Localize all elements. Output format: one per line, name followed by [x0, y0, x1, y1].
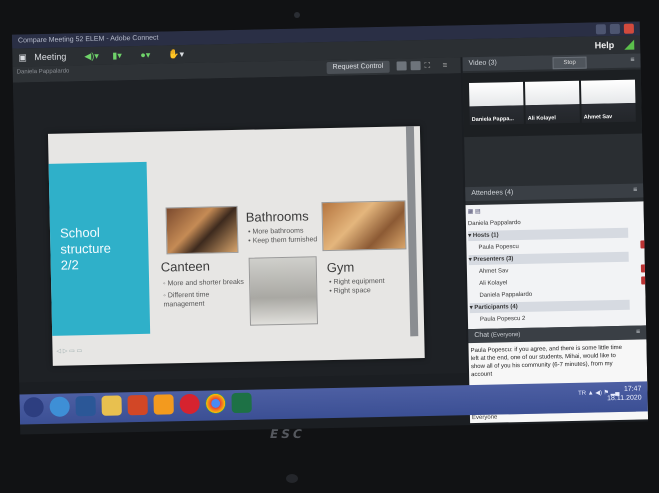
power-light	[286, 474, 298, 483]
attendee-row[interactable]: Daniela Pappalardo	[469, 288, 639, 302]
group-presenters[interactable]: ▾ Presenters (3)	[468, 251, 629, 266]
close-button[interactable]	[623, 23, 634, 34]
gym-photo	[321, 200, 407, 252]
pod-menu-icon[interactable]: ≡	[443, 60, 453, 70]
stop-video-button[interactable]: Stop	[552, 56, 587, 70]
attendees-list: ▦ ▤ Daniela Pappalardo ▾ Hosts (1) Paula…	[465, 201, 648, 330]
video-tile[interactable]: Ahmet Sav	[580, 79, 636, 123]
laptop-brand-logo: ESC	[268, 427, 307, 441]
slide-title-panel: School structure 2/2	[48, 161, 151, 336]
monitor-screen: Compare Meeting 52 ELEM - Adobe Connect …	[11, 21, 649, 435]
gym-heading: Gym	[326, 259, 355, 276]
logo-icon: ▣	[18, 52, 27, 63]
group-participants[interactable]: ▾ Participants (4)	[469, 299, 630, 314]
menu-meeting[interactable]: Meeting	[34, 47, 66, 66]
microphone-icon[interactable]: ▮▾	[112, 46, 122, 64]
presentation-slide: School structure 2/2 Bathrooms • More ba…	[47, 126, 425, 366]
attendees-pod-header: Attendees (4) ≡	[465, 183, 644, 202]
pod-menu-icon[interactable]: ≡	[633, 184, 637, 198]
presenter-name: Daniela Pappalardo	[16, 68, 70, 76]
video-tile[interactable]: Daniela Pappa...	[468, 81, 524, 126]
canteen-bullet: ◦ Different time management	[163, 291, 210, 309]
video-tile[interactable]: Ali Kolayel	[524, 80, 580, 124]
opera-icon[interactable]	[179, 393, 200, 415]
ie-icon[interactable]	[49, 396, 70, 417]
clock[interactable]: 17:47 18.11.2020	[607, 385, 642, 404]
right-panel: Video (3) Stop ≡ Daniela Pappa... Ali Ko…	[462, 53, 649, 424]
slide-title: School structure 2/2	[59, 224, 112, 273]
attendee-row[interactable]: Paula Popescu 2	[470, 312, 640, 326]
bathroom-photo	[248, 256, 319, 326]
video-pod-title: Video (3)	[468, 59, 497, 68]
maximize-button[interactable]	[609, 23, 620, 35]
media-player-icon[interactable]	[153, 394, 174, 415]
chat-pod-title: Chat (Everyone)	[474, 331, 521, 340]
bathrooms-bullet: • Keep them furnished	[248, 236, 318, 245]
raise-hand-icon[interactable]: ✋▾	[168, 45, 184, 63]
fit-icon[interactable]	[410, 61, 421, 71]
help-menu[interactable]: Help	[595, 36, 615, 54]
bathrooms-heading: Bathrooms	[245, 208, 309, 225]
webcam-lens	[294, 12, 300, 18]
group-hosts[interactable]: ▾ Hosts (1)	[468, 227, 629, 242]
window-title: Compare Meeting 52 ELEM - Adobe Connect	[17, 34, 159, 45]
minimize-button[interactable]	[595, 24, 607, 35]
video-tiles: Daniela Pappa... Ali Kolayel Ahmet Sav	[462, 69, 643, 138]
canteen-photo	[165, 205, 239, 255]
slide-nav-controls[interactable]: ◁ ▷ ▭ ▭	[56, 347, 82, 355]
connection-signal-icon	[624, 39, 635, 50]
request-control-button[interactable]: Request Control	[326, 60, 390, 75]
powerpoint-icon[interactable]	[127, 394, 148, 416]
gym-bullet: • Right space	[329, 287, 371, 296]
share-pod: School structure 2/2 Bathrooms • More ba…	[12, 73, 468, 383]
word-icon[interactable]	[75, 395, 96, 417]
canteen-heading: Canteen	[160, 258, 211, 275]
video-pod-header: Video (3) Stop ≡	[462, 53, 641, 72]
folder-icon[interactable]	[101, 395, 122, 416]
excel-icon[interactable]	[231, 392, 252, 414]
fullscreen-icon[interactable]: ⛶	[425, 61, 435, 70]
chat-recipient-select[interactable]: Everyone	[472, 415, 497, 422]
attendee-view-toggle[interactable]: ▦ ▤	[468, 204, 628, 217]
start-button[interactable]	[23, 397, 44, 418]
layout-icon[interactable]	[396, 61, 407, 71]
webcam-icon[interactable]: ●▾	[140, 46, 150, 64]
pod-menu-icon[interactable]: ≡	[636, 326, 640, 340]
attendees-pod-title: Attendees (4)	[471, 189, 514, 198]
attendee-row[interactable]: Ali Kolayel	[469, 276, 648, 290]
chrome-icon[interactable]	[205, 393, 226, 414]
chat-message: Paula Popescu: if you agree, and there i…	[470, 344, 623, 379]
canteen-bullet: ◦ More and shorter breaks	[163, 278, 244, 288]
pod-menu-icon[interactable]: ≡	[630, 54, 634, 68]
speaker-icon[interactable]: ◀)▾	[84, 47, 99, 65]
current-user: Daniela Pappalardo	[467, 220, 521, 228]
